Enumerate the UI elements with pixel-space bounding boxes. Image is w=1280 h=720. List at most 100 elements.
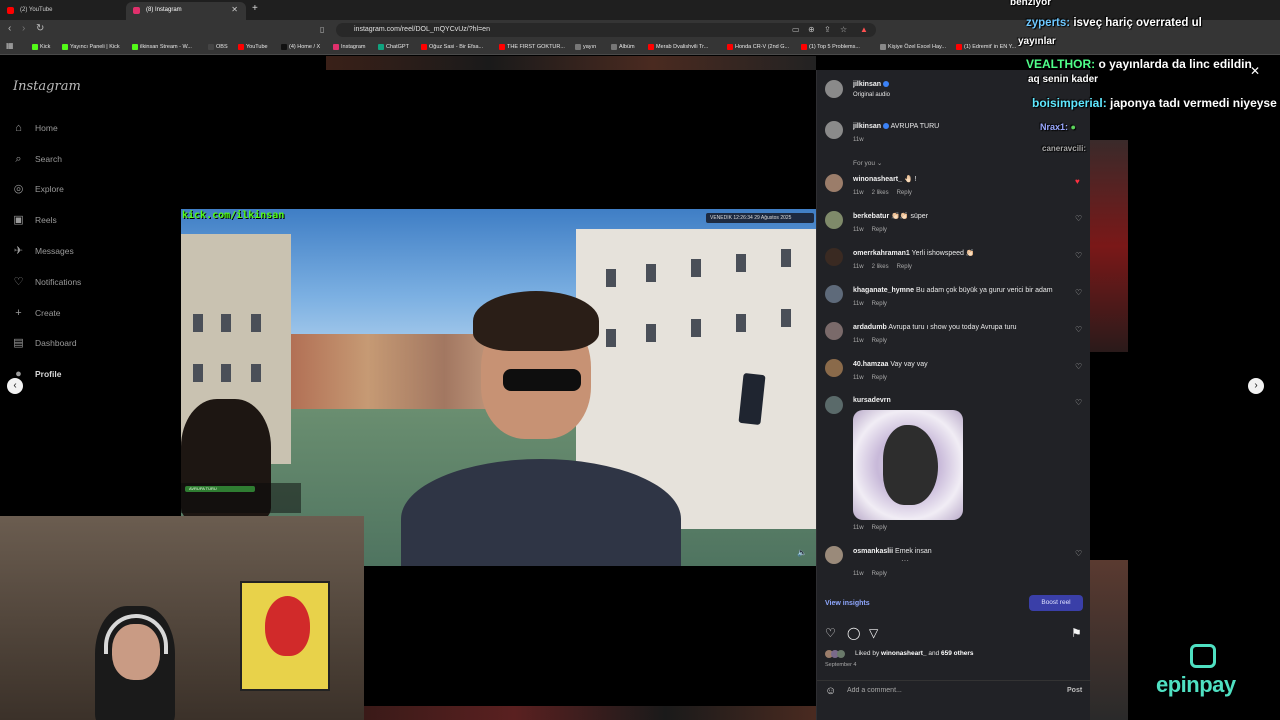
bookmark-oguz-sasi[interactable]: Oğuz Sasi - Bir Efsa... — [421, 42, 483, 52]
home-icon: ⌂ — [15, 122, 22, 134]
comment-input[interactable] — [847, 687, 1027, 694]
reply-button[interactable]: Reply — [897, 264, 912, 270]
close-tab-icon[interactable]: ✕ — [231, 2, 238, 18]
zoom-icon[interactable]: ⊕ — [808, 25, 815, 34]
comment-heart-icon[interactable]: ♡ — [1075, 288, 1082, 297]
bookmark-yayin[interactable]: yayın — [575, 42, 596, 52]
bookmark-honda[interactable]: Honda CR-V (2nd G... — [727, 42, 789, 52]
emoji-icon[interactable]: ☺ — [825, 685, 836, 697]
comment-avatar[interactable] — [825, 396, 843, 414]
bookmark-kick[interactable]: Kick — [32, 42, 50, 52]
bookmark-instagram[interactable]: Instagram — [333, 42, 365, 52]
comment-avatar[interactable] — [825, 211, 843, 229]
sort-for-you[interactable]: For you ⌄ — [853, 159, 882, 167]
comment-heart-icon[interactable]: ♡ — [1075, 325, 1082, 334]
bookmark-first-gokturk[interactable]: THE FIRST GOKTUR... — [499, 42, 565, 52]
bookmark-merab[interactable]: Merab Dvalishvili Tr... — [648, 42, 708, 52]
comment-avatar[interactable] — [825, 285, 843, 303]
nav-home[interactable]: ⌂ Home — [12, 120, 58, 136]
more-options-icon[interactable]: ··· — [901, 556, 909, 565]
like-icon[interactable]: ♡ — [825, 626, 836, 640]
nav-explore[interactable]: ◎ Explore — [12, 181, 64, 197]
comment-gif-image[interactable] — [853, 410, 963, 520]
audio-label[interactable]: Original audio — [853, 92, 890, 98]
reload-icon[interactable]: ↻ — [36, 23, 44, 34]
chat-line: VEALTHOR: o yayınlarda da linc edildin — [1026, 57, 1252, 71]
share-icon[interactable]: ▽ — [869, 626, 878, 640]
caption-avatar[interactable] — [825, 121, 843, 139]
forward-icon[interactable]: › — [22, 23, 25, 34]
reply-button[interactable]: Reply — [872, 227, 887, 233]
comment-meta: 11w Reply — [853, 375, 887, 381]
stream-time-badge: VENEDIK 12:26:34 29 Ağustos 2025 — [706, 213, 814, 223]
back-icon[interactable]: ‹ — [8, 23, 11, 34]
reply-button[interactable]: Reply — [872, 375, 887, 381]
bookmark-kick-panel[interactable]: Yayıncı Paneli | Kick — [62, 42, 120, 52]
nav-search[interactable]: ⌕ Search — [12, 151, 62, 167]
star-icon[interactable]: ☆ — [840, 25, 847, 34]
reply-button[interactable]: Reply — [872, 571, 887, 577]
comment-heart-icon[interactable]: ♥ — [1075, 177, 1080, 186]
comment-avatar[interactable] — [825, 359, 843, 377]
nav-messages[interactable]: ✈ Messages — [12, 243, 74, 259]
bookmark-x[interactable]: (4) Home / X — [281, 42, 320, 52]
bookmark-page-icon[interactable]: ▯ — [320, 25, 324, 34]
comment-icon[interactable]: ◯ — [847, 626, 860, 640]
comment-meta: 11w 2 likes Reply — [853, 190, 912, 196]
comment-heart-icon[interactable]: ♡ — [1075, 362, 1082, 371]
bookmark-album[interactable]: Albüm — [611, 42, 635, 52]
nav-reels[interactable]: ▣ Reels — [12, 212, 56, 228]
comment-avatar[interactable] — [825, 248, 843, 266]
boost-reel-button[interactable]: Boost reel — [1029, 595, 1083, 611]
comment-heart-icon[interactable]: ♡ — [1075, 214, 1082, 223]
nav-dashboard[interactable]: ▤ Dashboard — [12, 335, 76, 351]
nav-create[interactable]: + Create — [12, 305, 60, 321]
close-reel-icon[interactable]: ✕ — [1250, 64, 1260, 78]
comment-heart-icon[interactable]: ♡ — [1075, 549, 1082, 558]
liked-by-text[interactable]: Liked by winonasheart_ and 659 others — [855, 650, 974, 657]
liker-avatar — [837, 650, 845, 658]
view-insights-link[interactable]: View insights — [825, 600, 870, 607]
comment-avatar[interactable] — [825, 322, 843, 340]
share-icon[interactable]: ⇪ — [824, 25, 831, 34]
dashboard-icon: ▤ — [13, 337, 24, 349]
author-avatar[interactable] — [825, 80, 843, 98]
reply-button[interactable]: Reply — [872, 301, 887, 307]
background-blur-right-bottom — [1090, 560, 1128, 720]
speaker-icon[interactable]: 🔈 — [797, 548, 807, 557]
bookmark-kisiye-ozel[interactable]: Kişiye Özel Excel Hay... — [880, 42, 946, 52]
bookmark-edremit[interactable]: (1) Edremit' in EN Y... — [956, 42, 1016, 52]
bookmark-ilkinsan-stream[interactable]: ilkinsan Stream - W... — [132, 42, 192, 52]
reply-button[interactable]: Reply — [872, 338, 887, 344]
stream-title-chip: AVRUPA TURU — [185, 486, 255, 492]
tab-label: (8) Instagram — [146, 7, 182, 13]
verified-badge-icon — [883, 123, 890, 130]
comment-avatar[interactable] — [825, 174, 843, 192]
alert-icon[interactable]: ▲ — [860, 25, 868, 34]
post-details-panel: jilkinsan Original audio jilkinsan AVRUP… — [816, 70, 1091, 720]
screen-icon[interactable]: ▭ — [792, 25, 800, 34]
comment-heart-icon[interactable]: ♡ — [1075, 398, 1082, 407]
reply-button[interactable]: Reply — [872, 525, 887, 531]
bookmark-youtube[interactable]: YouTube — [238, 42, 268, 52]
save-bookmark-icon[interactable]: ⚑ — [1071, 626, 1082, 640]
comment-meta: 11w 2 likes Reply — [853, 264, 912, 270]
instagram-logo[interactable]: Instagram — [13, 79, 81, 94]
new-tab-icon[interactable]: + — [252, 3, 258, 14]
bookmark-chatgpt[interactable]: ChatGPT — [378, 42, 409, 52]
previous-reel-button[interactable]: ‹ — [7, 378, 23, 394]
kick-url-overlay: kick.com/ilkinsan — [182, 210, 285, 221]
apps-grid-icon[interactable]: ▦ — [6, 41, 14, 50]
comment-heart-icon[interactable]: ♡ — [1075, 251, 1082, 260]
comment-text: ardadumb Avrupa turu ı show you today Av… — [853, 324, 1017, 331]
reply-button[interactable]: Reply — [897, 190, 912, 196]
nav-notifications[interactable]: ♡ Notifications — [12, 274, 82, 290]
bookmark-top5[interactable]: (1) Top 5 Problems... — [801, 42, 860, 52]
spiderman-mask — [265, 596, 310, 656]
tab-instagram[interactable]: (8) Instagram ✕ — [126, 2, 246, 20]
bookmark-obs[interactable]: OBS — [208, 42, 228, 52]
post-button[interactable]: Post — [1067, 687, 1082, 694]
tab-youtube[interactable]: (2) YouTube — [0, 2, 125, 20]
next-reel-button[interactable]: › — [1248, 378, 1264, 394]
comment-avatar[interactable] — [825, 546, 843, 564]
